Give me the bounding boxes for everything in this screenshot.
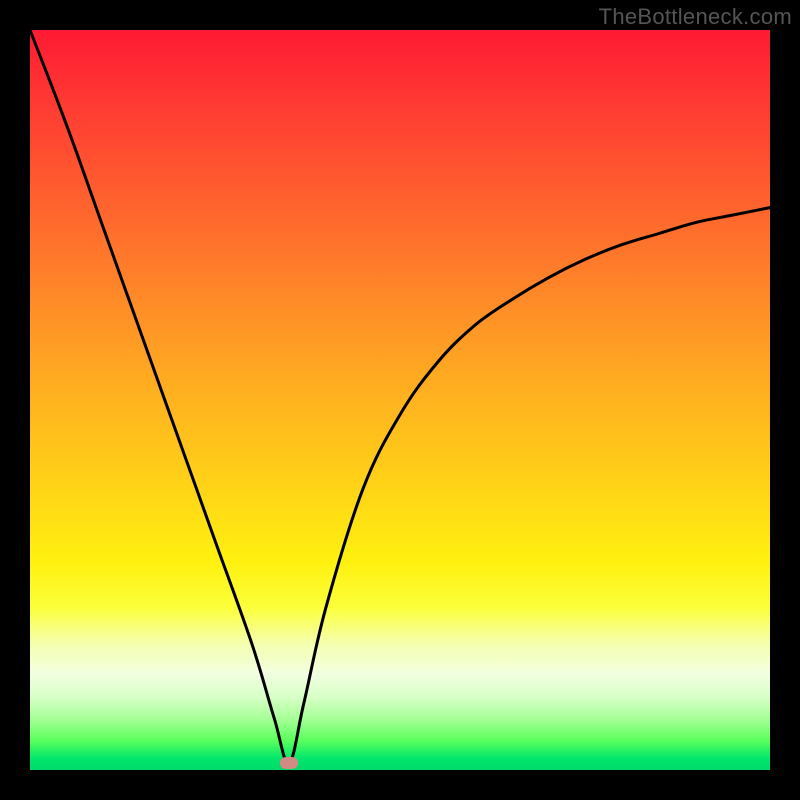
bottleneck-curve (30, 30, 770, 763)
watermark-text: TheBottleneck.com (599, 4, 792, 30)
plot-area (30, 30, 770, 770)
curve-layer (30, 30, 770, 770)
optimal-point-marker (280, 757, 298, 769)
